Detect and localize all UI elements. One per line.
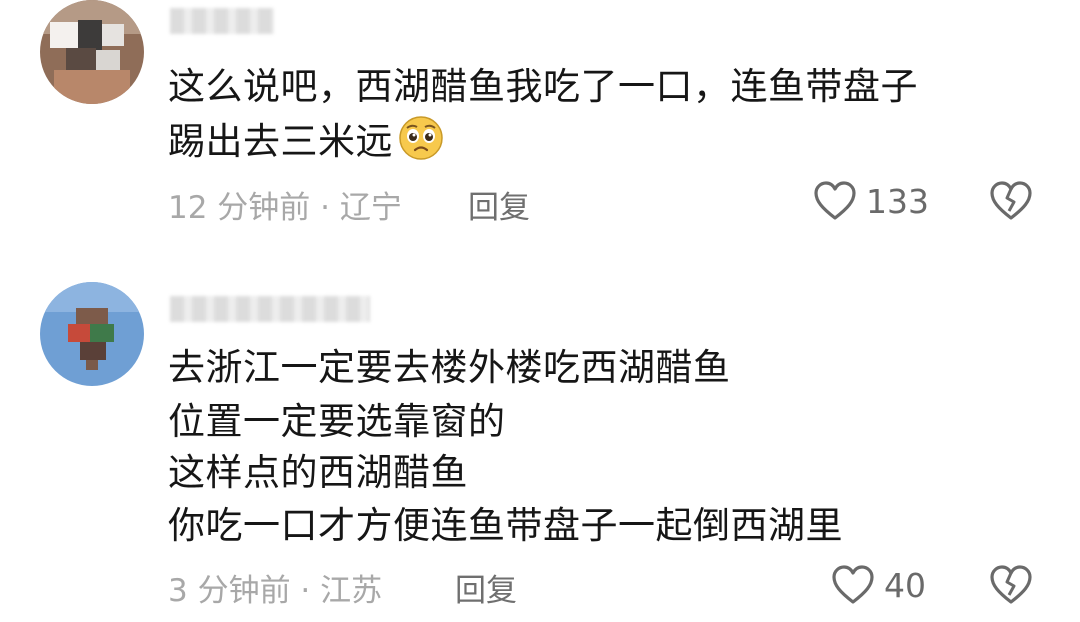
heart-icon bbox=[832, 565, 874, 604]
comment-item: 去浙江一定要去楼外楼吃西湖醋鱼 位置一定要选靠窗的 这样点的西湖醋鱼 你吃一口才… bbox=[0, 282, 1080, 622]
like-count: 133 bbox=[866, 181, 929, 221]
comment-text-line: 去浙江一定要去楼外楼吃西湖醋鱼 bbox=[168, 346, 731, 389]
dislike-button[interactable] bbox=[988, 180, 1034, 226]
comment-text-line: 位置一定要选靠窗的 bbox=[168, 400, 506, 443]
reply-button[interactable]: 回复 bbox=[455, 565, 517, 610]
username-blurred[interactable] bbox=[170, 296, 370, 322]
comment-text-line: 你吃一口才方便连鱼带盘子一起倒西湖里 bbox=[168, 504, 843, 547]
comment-meta: 3 分钟前 · 江苏 bbox=[168, 573, 383, 609]
username-blurred[interactable] bbox=[170, 8, 274, 34]
avatar[interactable] bbox=[40, 0, 144, 104]
comment-item: 这么说吧，西湖醋鱼我吃了一口，连鱼带盘子 踢出去三米远 12 分钟前 · 辽宁 … bbox=[0, 0, 1080, 260]
heart-icon bbox=[814, 181, 856, 220]
like-button[interactable]: 133 bbox=[812, 180, 929, 222]
comment-text-line: 踢出去三米远 bbox=[168, 114, 445, 176]
like-count: 40 bbox=[884, 565, 926, 605]
broken-heart-icon bbox=[990, 181, 1032, 220]
comment-text-line: 这么说吧，西湖醋鱼我吃了一口，连鱼带盘子 bbox=[168, 65, 918, 108]
broken-heart-icon bbox=[990, 565, 1032, 604]
like-button[interactable]: 40 bbox=[830, 564, 926, 606]
reply-button[interactable]: 回复 bbox=[468, 182, 530, 227]
comment-text-line: 这样点的西湖醋鱼 bbox=[168, 451, 468, 494]
pleading-face-icon bbox=[397, 114, 445, 176]
dislike-button[interactable] bbox=[988, 564, 1034, 610]
comment-meta: 12 分钟前 · 辽宁 bbox=[168, 190, 402, 226]
avatar[interactable] bbox=[40, 282, 144, 386]
